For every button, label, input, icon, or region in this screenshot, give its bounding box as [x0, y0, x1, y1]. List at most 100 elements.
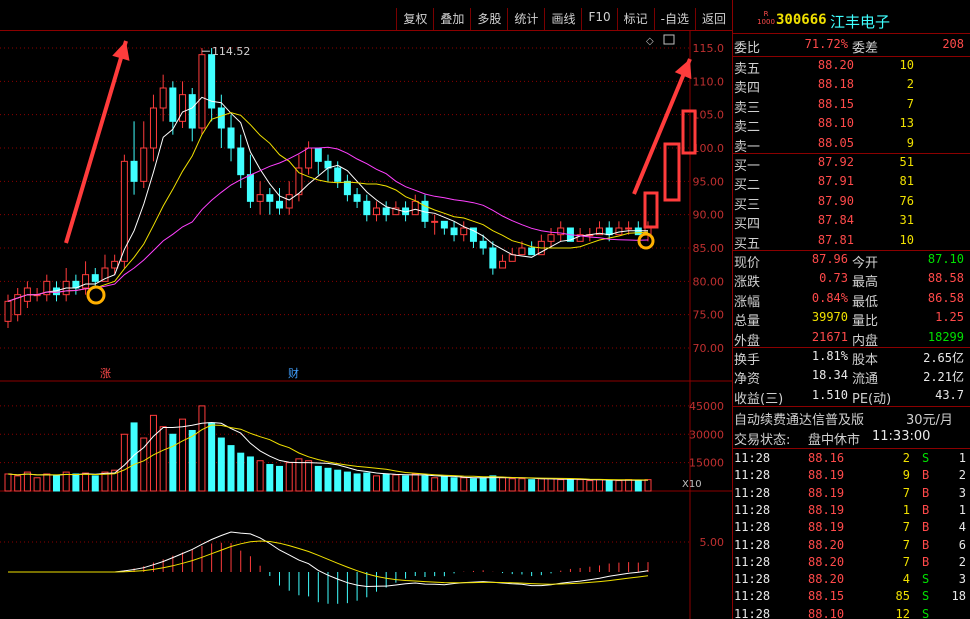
- fundamental-value: 18.34: [811, 368, 848, 383]
- bid-row: 买四 87.84 31: [734, 212, 970, 232]
- price-axis-label: 75.00: [693, 309, 725, 322]
- quote-value: 0.73: [819, 271, 848, 286]
- ask-price: 88.15: [817, 96, 854, 111]
- quote-value: 18299: [927, 329, 964, 344]
- volume-bar: [508, 478, 516, 492]
- volume-bar: [82, 472, 90, 492]
- volume-bar: [586, 480, 594, 492]
- bid-volume: 10: [899, 232, 914, 247]
- volume-bar: [43, 473, 51, 492]
- volume-bar: [499, 477, 507, 492]
- volume-bar: [149, 414, 157, 492]
- tick-count: 1: [958, 451, 966, 465]
- tick-price: 88.20: [808, 572, 845, 587]
- price-axis-label: 95.00: [693, 175, 725, 188]
- fundamental-label: 收益(三): [734, 391, 784, 407]
- volume-bar: [140, 437, 148, 492]
- volume-bar: [596, 479, 604, 492]
- candle-body: [489, 247, 497, 269]
- tick-volume: 12: [895, 606, 910, 619]
- toolbar-button-5[interactable]: F10: [581, 8, 616, 30]
- quote-value: 88.58: [927, 271, 964, 286]
- candle-body: [479, 240, 487, 249]
- tick-side: S: [922, 589, 930, 604]
- quote-label: 内盘: [852, 333, 879, 349]
- stock-header: R 1000 300666 江丰电子: [734, 8, 970, 32]
- event-marker[interactable]: 财: [288, 366, 299, 380]
- tick-row: 11:28 88.19 9 B 2: [734, 467, 970, 485]
- quote-row: 现价 87.96 今开 87.10: [734, 251, 970, 271]
- quote-label: 总量: [734, 314, 761, 330]
- price-axis-label: 105.0: [693, 109, 725, 122]
- tick-count: 6: [958, 537, 966, 552]
- highlight-circle: [637, 232, 655, 250]
- promo-price: 30元/月: [906, 413, 953, 428]
- tick-count: 3: [958, 485, 966, 500]
- ask-row: 卖四 88.18 2: [734, 76, 970, 96]
- volume-bar: [246, 456, 254, 492]
- quote-value: 21671: [811, 329, 848, 344]
- tick-price: 88.16: [808, 451, 845, 465]
- projected-candle-box: [643, 191, 659, 229]
- panel-divider: [732, 0, 733, 619]
- highlight-circle: [86, 285, 106, 305]
- candle-body: [528, 247, 536, 256]
- fundamental-value: 2.65亿: [923, 351, 964, 365]
- ask-label: 卖二: [734, 120, 761, 136]
- promo-text: 自动续费通达信普及版: [734, 413, 865, 428]
- toolbar-button-4[interactable]: 画线: [544, 8, 581, 30]
- quote-label: 最高: [852, 275, 879, 291]
- tick-volume: 7: [902, 554, 910, 569]
- event-marker[interactable]: 涨: [100, 367, 111, 380]
- volume-bar: [198, 405, 206, 492]
- bid-price: 87.92: [817, 155, 854, 169]
- candle-body: [149, 107, 157, 149]
- promo-banner[interactable]: 自动续费通达信普及版 30元/月: [734, 408, 970, 428]
- candle-body: [237, 147, 245, 176]
- toolbar-button-2[interactable]: 多股: [470, 8, 507, 30]
- toolbar-button-6[interactable]: 标记: [616, 8, 654, 30]
- status-divider: [733, 448, 970, 449]
- toolbar-button-1[interactable]: 叠加: [433, 8, 470, 30]
- trade-status-label: 交易状态:: [734, 433, 791, 448]
- ask-price: 88.20: [817, 58, 854, 72]
- toolbar-button-7[interactable]: -自选: [653, 8, 695, 30]
- volume-bar: [266, 464, 274, 492]
- volume-bar: [625, 479, 633, 492]
- tick-time: 11:28: [734, 554, 771, 569]
- ask-volume: 7: [906, 96, 914, 111]
- volume-bar: [615, 480, 623, 492]
- volume-bar: [411, 473, 419, 492]
- ask-label: 卖五: [734, 62, 761, 77]
- fundamental-label: 股本: [852, 353, 879, 368]
- toolbar-button-8[interactable]: 返回: [694, 8, 732, 30]
- volume-bar: [324, 467, 332, 492]
- order-diff-value: 208: [942, 37, 964, 51]
- candle-body: [334, 167, 342, 182]
- diamond-icon[interactable]: ◇: [646, 36, 654, 47]
- bid-label: 买三: [734, 197, 761, 213]
- volume-bar: [208, 422, 216, 492]
- tick-count: 4: [958, 520, 966, 535]
- tick-side: B: [922, 485, 930, 500]
- candle-body: [82, 274, 90, 289]
- fundamental-label: 流通: [852, 372, 879, 388]
- toolbar-button-0[interactable]: 复权: [396, 8, 433, 30]
- window-icon[interactable]: [663, 34, 675, 45]
- tick-price: 88.20: [808, 554, 845, 569]
- trade-status-row: 交易状态: 盘中休市 11:33:00: [734, 428, 970, 448]
- annotation-arrow-left: [64, 40, 128, 244]
- quote-value: 0.84%: [811, 290, 848, 305]
- tick-time: 11:28: [734, 537, 771, 552]
- volume-bar: [392, 474, 400, 492]
- volume-bar: [440, 476, 448, 492]
- projected-candle-box: [663, 142, 681, 202]
- quote-label: 现价: [734, 256, 761, 271]
- volume-bar: [256, 460, 264, 492]
- volume-bar: [431, 477, 439, 492]
- tick-side: B: [922, 502, 930, 517]
- kline-chart[interactable]: 115.0 110.0 105.0 100.0 95.00 90.00 85.00 80.00…: [0, 31, 732, 619]
- tick-count: 3: [958, 572, 966, 587]
- ask-price: 88.18: [817, 77, 854, 92]
- toolbar-button-3[interactable]: 统计: [507, 8, 544, 30]
